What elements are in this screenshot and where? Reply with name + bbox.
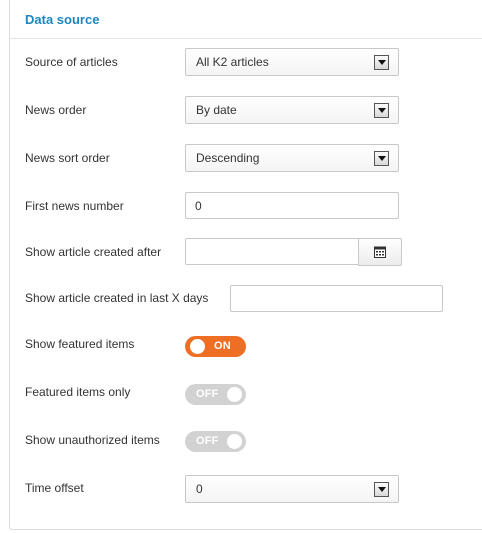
- calendar-button[interactable]: [358, 238, 402, 266]
- first-news-number-label: First news number: [25, 199, 124, 213]
- show-unauthorized-toggle[interactable]: OFF: [185, 431, 246, 452]
- source-of-articles-value: All K2 articles: [196, 55, 269, 69]
- time-offset-select[interactable]: 0: [185, 475, 399, 503]
- time-offset-label: Time offset: [25, 481, 84, 495]
- first-news-number-input[interactable]: [185, 192, 399, 219]
- toggle-state-text: OFF: [196, 388, 219, 400]
- toggle-knob: [227, 434, 242, 449]
- chevron-down-icon[interactable]: [374, 482, 389, 497]
- toggle-state-text: OFF: [196, 435, 219, 447]
- show-featured-toggle[interactable]: ON: [185, 336, 246, 357]
- news-sort-order-label: News sort order: [25, 151, 110, 165]
- show-unauthorized-label: Show unauthorized items: [25, 433, 160, 447]
- source-of-articles-select[interactable]: All K2 articles: [185, 48, 399, 76]
- data-source-panel: Data source: [9, 0, 482, 530]
- created-last-days-label: Show article created in last X days: [25, 291, 209, 305]
- calendar-icon: [374, 246, 386, 258]
- featured-only-label: Featured items only: [25, 385, 131, 399]
- panel-header: Data source: [10, 0, 482, 39]
- chevron-down-icon[interactable]: [374, 151, 389, 166]
- toggle-knob: [190, 339, 205, 354]
- show-featured-label: Show featured items: [25, 337, 135, 351]
- created-last-days-input[interactable]: [230, 285, 443, 312]
- toggle-knob: [227, 387, 242, 402]
- news-sort-order-value: Descending: [196, 151, 260, 165]
- created-after-label: Show article created after: [25, 245, 162, 259]
- news-order-value: By date: [196, 103, 237, 117]
- featured-only-toggle[interactable]: OFF: [185, 384, 246, 405]
- news-sort-order-select[interactable]: Descending: [185, 144, 399, 172]
- time-offset-value: 0: [196, 482, 203, 496]
- toggle-state-text: ON: [214, 340, 231, 352]
- created-after-date-input[interactable]: [185, 238, 359, 265]
- panel-title: Data source: [25, 12, 100, 27]
- source-of-articles-label: Source of articles: [25, 55, 118, 69]
- news-order-label: News order: [25, 103, 87, 117]
- chevron-down-icon[interactable]: [374, 103, 389, 118]
- news-order-select[interactable]: By date: [185, 96, 399, 124]
- chevron-down-icon[interactable]: [374, 55, 389, 70]
